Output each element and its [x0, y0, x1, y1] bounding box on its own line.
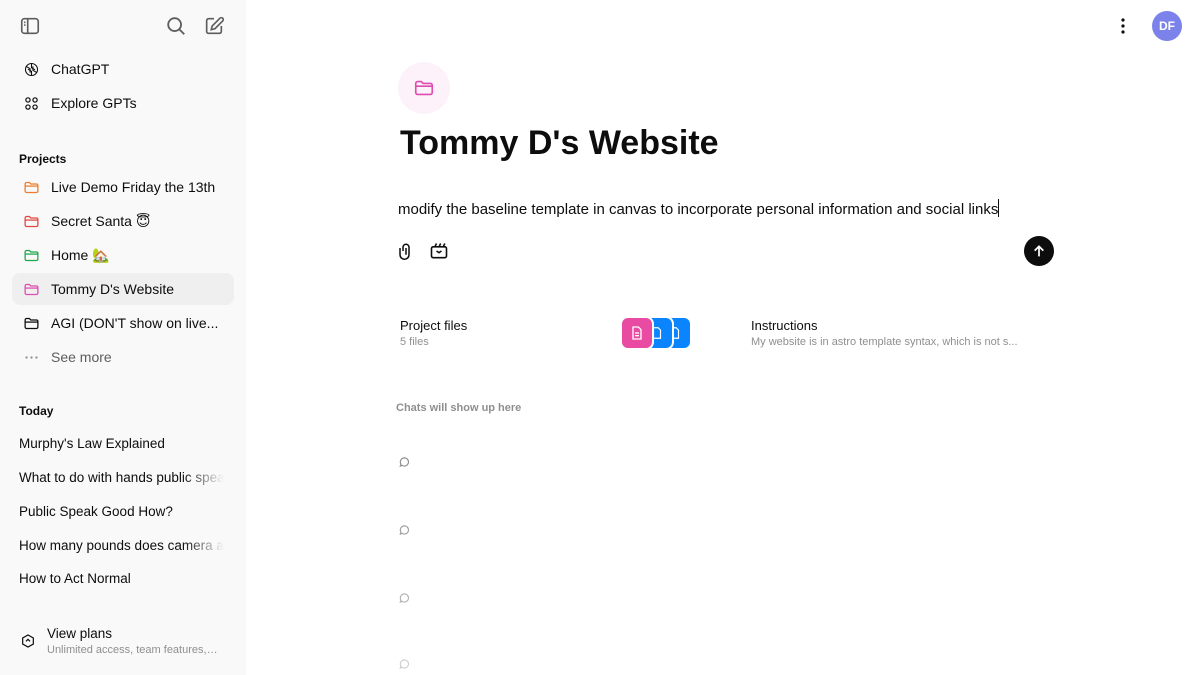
sidebar: ChatGPT Explore GPTs Projects Live Demo …	[0, 0, 246, 675]
instructions-preview: My website is in astro template syntax, …	[751, 336, 1018, 348]
project-item-agi[interactable]: AGI (DON'T show on live...	[12, 307, 234, 339]
grid-icon	[22, 94, 40, 112]
chat-history-item[interactable]: What to do with hands public speaking	[19, 470, 224, 485]
text-caret	[998, 199, 1000, 217]
more-horizontal-icon	[22, 348, 40, 366]
project-item-live-demo[interactable]: Live Demo Friday the 13th	[12, 171, 234, 203]
nav-explore-label: Explore GPTs	[51, 95, 137, 111]
search-icon[interactable]	[160, 10, 192, 42]
project-label: Home 🏡	[51, 246, 110, 263]
project-files-count: 5 files	[400, 336, 429, 348]
view-plans-subtitle: Unlimited access, team features, and mor…	[47, 644, 219, 656]
project-item-tommy-website[interactable]: Tommy D's Website	[12, 273, 234, 305]
chatgpt-logo-icon	[22, 60, 40, 78]
project-label: Tommy D's Website	[51, 281, 174, 297]
send-button[interactable]	[1024, 236, 1054, 266]
upgrade-icon	[20, 633, 38, 651]
project-item-home[interactable]: Home 🏡	[12, 239, 234, 271]
folder-icon	[22, 314, 40, 332]
chats-placeholder-label: Chats will show up here	[396, 402, 522, 414]
project-label: Secret Santa 😇	[51, 212, 151, 229]
see-more-label: See more	[51, 349, 112, 365]
chat-bubble-icon	[397, 656, 413, 672]
composer-input-text: modify the baseline template in canvas t…	[398, 201, 999, 218]
instructions-title[interactable]: Instructions	[751, 318, 817, 333]
project-label: AGI (DON'T show on live...	[51, 315, 219, 331]
chat-history-item[interactable]: Public Speak Good How?	[19, 504, 224, 519]
chat-bubble-icon	[397, 590, 413, 606]
chat-history-item[interactable]: Murphy's Law Explained	[19, 436, 224, 451]
document-icon	[620, 316, 654, 350]
view-plans-button[interactable]: View plans Unlimited access, team featur…	[12, 622, 234, 666]
view-plans-title: View plans	[47, 626, 113, 641]
user-avatar[interactable]: DF	[1152, 11, 1182, 41]
today-heading: Today	[19, 404, 54, 418]
folder-icon	[22, 212, 40, 230]
toggle-sidebar-icon[interactable]	[14, 10, 46, 42]
attach-icon[interactable]	[395, 240, 417, 262]
project-files-title[interactable]: Project files	[400, 318, 467, 333]
chat-history-item[interactable]: How many pounds does camera add	[19, 538, 224, 553]
project-label: Live Demo Friday the 13th	[51, 179, 216, 195]
folder-icon	[22, 280, 40, 298]
project-title: Tommy D's Website	[400, 124, 719, 162]
chat-bubble-icon	[397, 454, 413, 470]
composer-input[interactable]: modify the baseline template in canvas t…	[398, 199, 1000, 218]
chat-bubble-icon	[397, 522, 413, 538]
project-folder-icon[interactable]	[398, 62, 450, 114]
nav-explore-gpts[interactable]: Explore GPTs	[12, 87, 234, 119]
main-panel	[246, 0, 1200, 675]
chat-history-item[interactable]: How to Act Normal	[19, 571, 224, 586]
folder-icon	[22, 246, 40, 264]
project-item-secret-santa[interactable]: Secret Santa 😇	[12, 205, 234, 237]
new-chat-icon[interactable]	[198, 10, 230, 42]
nav-chatgpt[interactable]: ChatGPT	[12, 53, 234, 85]
nav-chatgpt-label: ChatGPT	[51, 61, 110, 77]
projects-heading: Projects	[19, 152, 67, 166]
see-more-button[interactable]: See more	[12, 341, 234, 373]
folder-icon	[22, 178, 40, 196]
more-vertical-icon[interactable]	[1112, 14, 1134, 38]
tools-icon[interactable]	[428, 240, 450, 262]
